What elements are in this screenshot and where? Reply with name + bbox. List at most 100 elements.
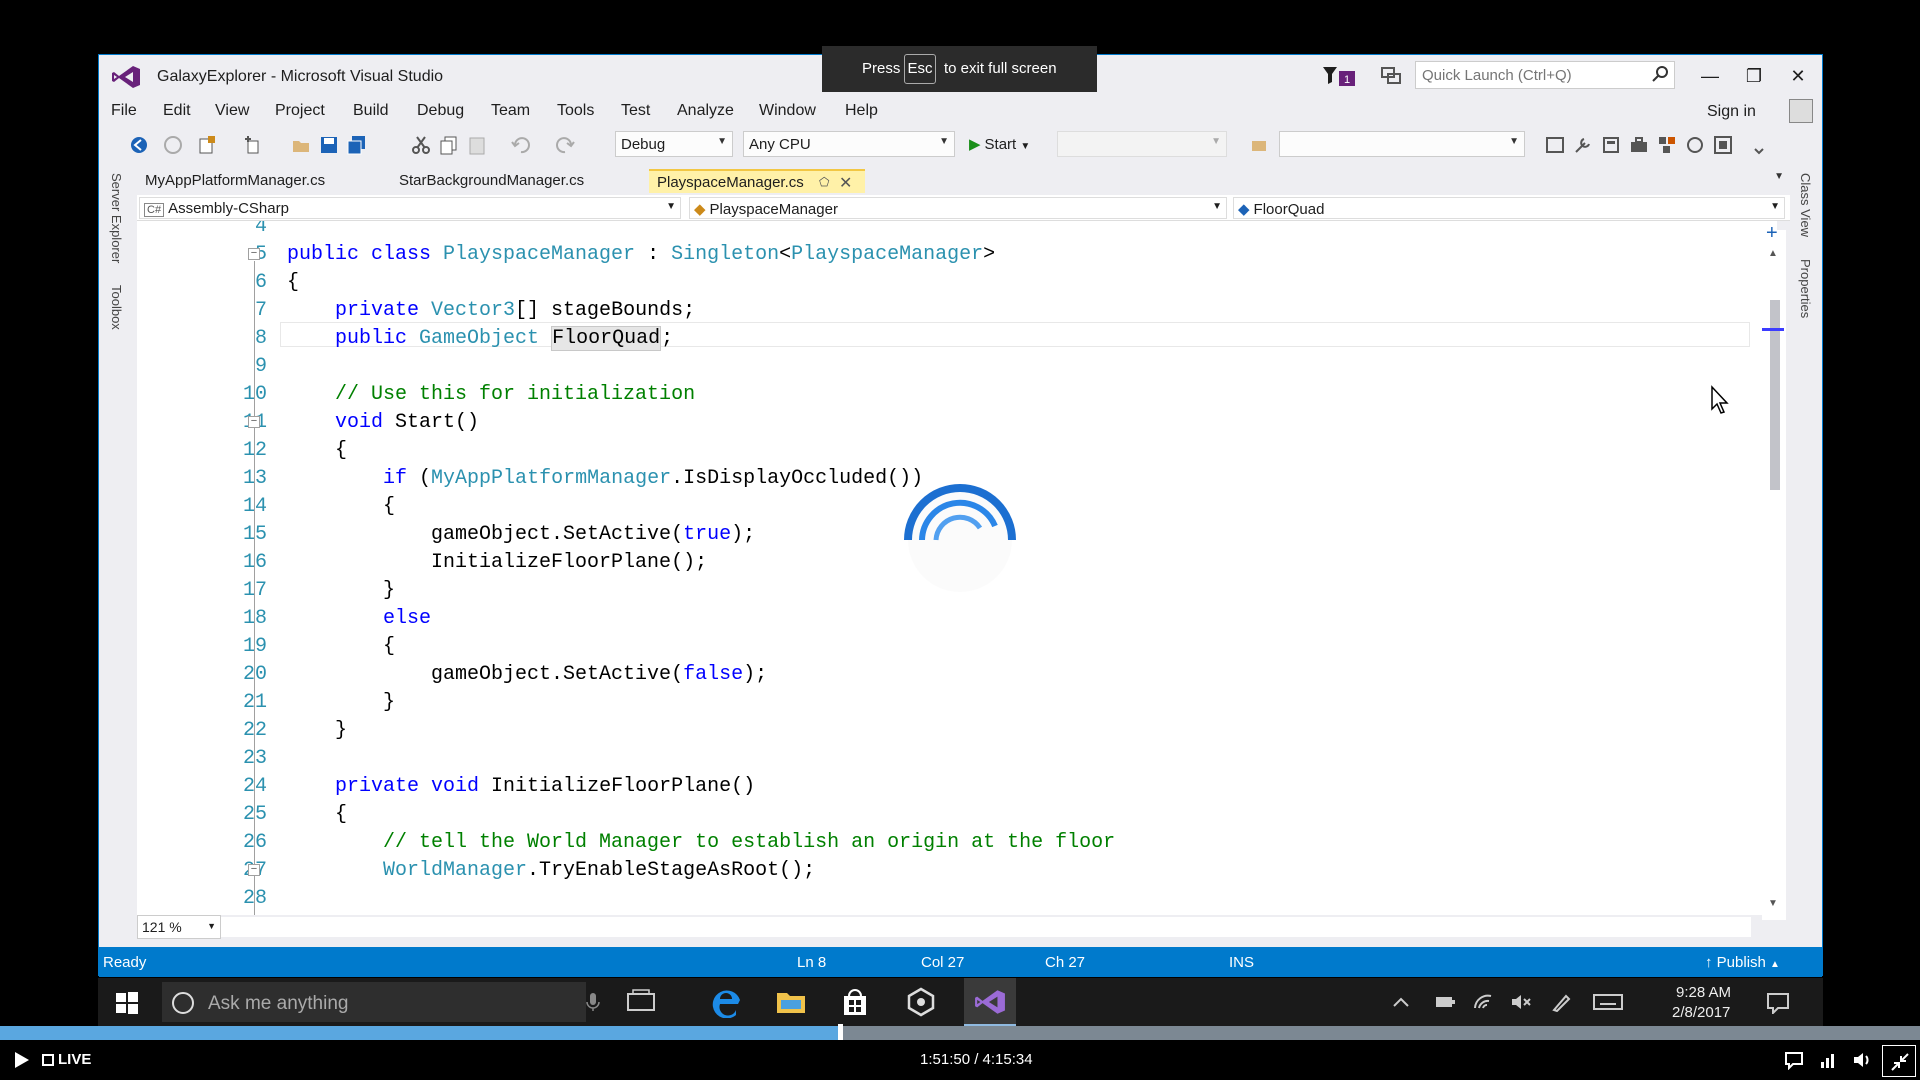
volume-icon[interactable] — [1852, 1050, 1872, 1070]
volume-muted-icon[interactable] — [1510, 992, 1532, 1012]
zoom-select[interactable]: 121 % ▼ — [137, 915, 221, 939]
unity-icon[interactable] — [904, 986, 938, 1018]
menu-team[interactable]: Team — [491, 102, 530, 120]
solution-explorer-icon[interactable] — [1545, 135, 1565, 155]
properties-wrench-icon[interactable] — [1573, 135, 1593, 155]
line-number: 7 — [254, 299, 267, 322]
menu-edit[interactable]: Edit — [163, 102, 191, 120]
scroll-down-icon[interactable]: ▼ — [1768, 898, 1778, 909]
member-select[interactable]: ◆ FloorQuad ▼ — [1233, 197, 1785, 219]
scroll-up-icon[interactable]: ▲ — [1768, 248, 1778, 259]
tab-myappplatformmanager[interactable]: MyAppPlatformManager.cs — [137, 169, 333, 193]
file-explorer-icon[interactable] — [774, 986, 808, 1018]
battery-icon[interactable] — [1434, 992, 1456, 1012]
show-hidden-icons-icon[interactable] — [1390, 992, 1412, 1012]
solution-platform-select[interactable]: Any CPU ▼ — [743, 131, 955, 157]
save-all-icon[interactable] — [347, 135, 367, 155]
clock-time[interactable]: 9:28 AM — [1676, 984, 1731, 1001]
team-explorer-icon[interactable] — [1657, 135, 1677, 155]
solution-configuration-select[interactable]: Debug ▼ — [615, 131, 733, 157]
server-explorer-tab[interactable]: Server Explorer — [109, 173, 124, 263]
quality-icon[interactable] — [1818, 1050, 1838, 1070]
project-select[interactable]: C# Assembly-CSharp ▼ — [139, 197, 681, 219]
vertical-scrollbar[interactable]: + ▲ ▼ — [1762, 222, 1786, 920]
new-project-icon[interactable] — [197, 135, 217, 155]
task-view-icon[interactable] — [624, 986, 658, 1018]
visual-studio-taskbar-button[interactable] — [964, 978, 1016, 1026]
close-button[interactable]: ✕ — [1781, 63, 1815, 89]
menu-window[interactable]: Window — [759, 102, 816, 120]
clock-date[interactable]: 2/8/2017 — [1672, 1004, 1730, 1021]
store-icon[interactable] — [838, 986, 872, 1018]
class-view-tab[interactable]: Class View — [1798, 173, 1813, 237]
menu-tools[interactable]: Tools — [557, 102, 594, 120]
captions-icon[interactable] — [1784, 1050, 1804, 1070]
network-icon[interactable] — [1472, 992, 1494, 1012]
toolbar-options-icon[interactable] — [1749, 135, 1769, 155]
find-icon[interactable] — [1249, 135, 1269, 155]
status-column: Col 27 — [921, 954, 965, 971]
class-select[interactable]: ◆ PlayspaceManager ▼ — [689, 197, 1227, 219]
menu-help[interactable]: Help — [845, 102, 878, 120]
paste-icon[interactable] — [467, 135, 487, 155]
split-editor-icon[interactable]: + — [1766, 222, 1778, 245]
collapse-method-icon[interactable]: − — [248, 864, 260, 876]
undo-icon[interactable] — [511, 135, 531, 155]
pen-icon[interactable] — [1550, 992, 1572, 1012]
edge-browser-icon[interactable] — [710, 986, 744, 1018]
windows-start-icon[interactable] — [116, 992, 138, 1014]
pin-icon[interactable]: ⬠ — [819, 175, 829, 189]
minimize-button[interactable]: — — [1693, 63, 1727, 89]
menu-view[interactable]: View — [215, 102, 249, 120]
restore-button[interactable]: ❐ — [1737, 63, 1771, 89]
find-select[interactable]: ▼ — [1279, 131, 1525, 157]
search-icon[interactable] — [1651, 65, 1669, 83]
object-browser-icon[interactable] — [1601, 135, 1621, 155]
collapse-method-icon[interactable]: − — [248, 416, 260, 428]
feedback-icon[interactable] — [1379, 65, 1403, 87]
exit-fullscreen-button[interactable] — [1882, 1045, 1916, 1077]
video-progress-bar[interactable] — [0, 1024, 1920, 1042]
menu-debug[interactable]: Debug — [417, 102, 464, 120]
close-tab-icon[interactable]: ✕ — [839, 173, 852, 193]
redo-icon[interactable] — [555, 135, 575, 155]
forward-icon[interactable] — [163, 135, 183, 155]
account-icon[interactable] — [1789, 99, 1813, 123]
toolbox-icon[interactable] — [1629, 135, 1649, 155]
play-icon[interactable] — [14, 1051, 30, 1069]
tab-starbackgroundmanager[interactable]: StarBackgroundManager.cs — [391, 169, 592, 193]
quick-launch-input[interactable] — [1415, 61, 1675, 89]
extensions-icon[interactable] — [1685, 135, 1705, 155]
live-label[interactable]: LIVE — [58, 1051, 91, 1068]
tab-playspacemanager[interactable]: PlayspaceManager.cs ⬠ ✕ — [649, 169, 865, 193]
add-item-icon[interactable] — [243, 135, 263, 155]
menu-project[interactable]: Project — [275, 102, 325, 120]
live-indicator-icon[interactable] — [42, 1054, 54, 1066]
start-button[interactable]: ▶ Start ▼ — [969, 135, 1030, 153]
touch-keyboard-icon[interactable] — [1592, 992, 1624, 1012]
menu-analyze[interactable]: Analyze — [677, 102, 734, 120]
collapse-class-icon[interactable]: − — [248, 248, 260, 260]
cut-icon[interactable] — [411, 135, 431, 155]
copy-icon[interactable] — [439, 135, 459, 155]
open-file-icon[interactable] — [291, 135, 311, 155]
toolbox-tab[interactable]: Toolbox — [109, 285, 124, 330]
microphone-icon[interactable] — [586, 992, 600, 1012]
menu-file[interactable]: File — [111, 102, 137, 120]
line-number: 17 — [173, 579, 267, 602]
save-icon[interactable] — [319, 135, 339, 155]
cortana-search-box[interactable]: Ask me anything — [162, 982, 600, 1022]
menu-test[interactable]: Test — [621, 102, 650, 120]
debug-target-select[interactable]: ▼ — [1057, 131, 1227, 157]
publish-button[interactable]: ↑ Publish ▲ — [1705, 954, 1780, 971]
horizontal-scrollbar[interactable] — [221, 917, 1751, 937]
back-icon[interactable] — [129, 135, 149, 155]
properties-tab[interactable]: Properties — [1798, 259, 1813, 318]
sign-in-link[interactable]: Sign in — [1707, 103, 1756, 121]
tab-overflow-icon[interactable]: ▼ — [1774, 171, 1784, 182]
output-window-icon[interactable] — [1713, 135, 1733, 155]
notification-filter-icon[interactable]: 1 — [1321, 64, 1359, 88]
menu-build[interactable]: Build — [353, 102, 389, 120]
action-center-icon[interactable] — [1766, 992, 1790, 1014]
